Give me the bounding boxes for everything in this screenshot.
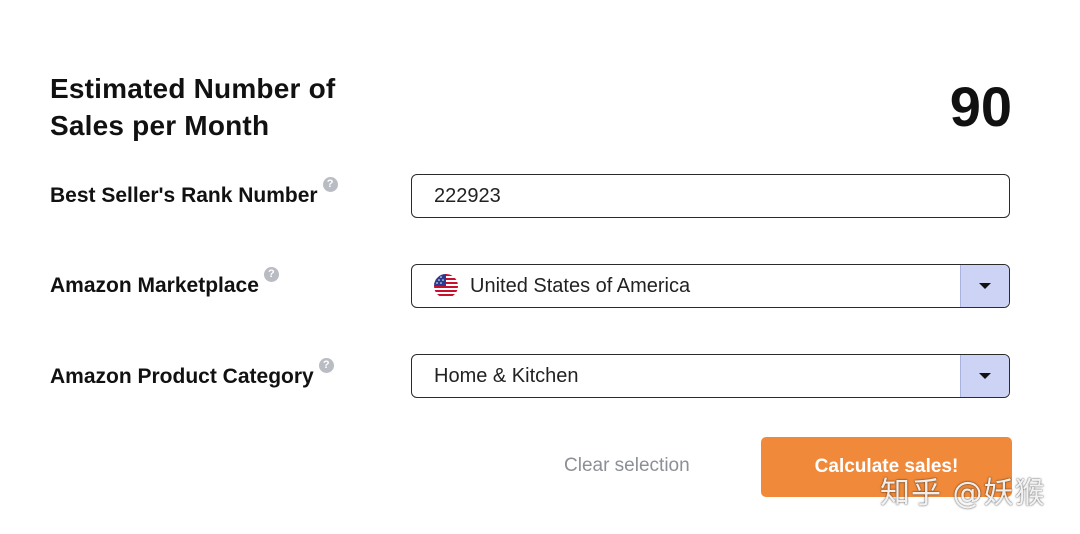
chevron-down-icon [979, 283, 991, 289]
marketplace-select[interactable]: United States of America [411, 264, 1010, 308]
help-icon[interactable]: ? [318, 358, 334, 373]
clear-selection-button[interactable]: Clear selection [564, 455, 690, 477]
marketplace-label: Amazon Marketplace [50, 274, 259, 297]
category-select[interactable]: Home & Kitchen [411, 354, 1010, 398]
watermark: 知乎 @妖猴 [880, 476, 1046, 511]
help-icon[interactable]: ? [263, 267, 279, 282]
category-select-display: Home & Kitchen [412, 365, 960, 388]
sales-estimator: Estimated Number of Sales per Month 90 B… [0, 0, 1080, 534]
category-select-value: Home & Kitchen [434, 364, 579, 387]
category-label-row: Amazon Product Category ? [50, 358, 334, 389]
bsr-label-row: Best Seller's Rank Number ? [50, 177, 338, 208]
chevron-down-icon [979, 373, 991, 379]
bsr-label: Best Seller's Rank Number [50, 184, 318, 207]
sales-result-value: 90 [949, 75, 1012, 138]
bsr-input-value[interactable]: 222923 [412, 185, 1009, 208]
help-icon[interactable]: ? [322, 177, 338, 192]
marketplace-dropdown-button[interactable] [960, 265, 1009, 307]
us-flag-icon [434, 274, 458, 298]
marketplace-label-row: Amazon Marketplace ? [50, 267, 279, 298]
page-title: Estimated Number of Sales per Month [50, 73, 336, 141]
category-dropdown-button[interactable] [960, 355, 1009, 397]
bsr-input[interactable]: 222923 [411, 174, 1010, 218]
marketplace-select-value: United States of America [470, 274, 691, 297]
category-label: Amazon Product Category [50, 365, 314, 388]
marketplace-select-display: United States of America [412, 274, 960, 298]
